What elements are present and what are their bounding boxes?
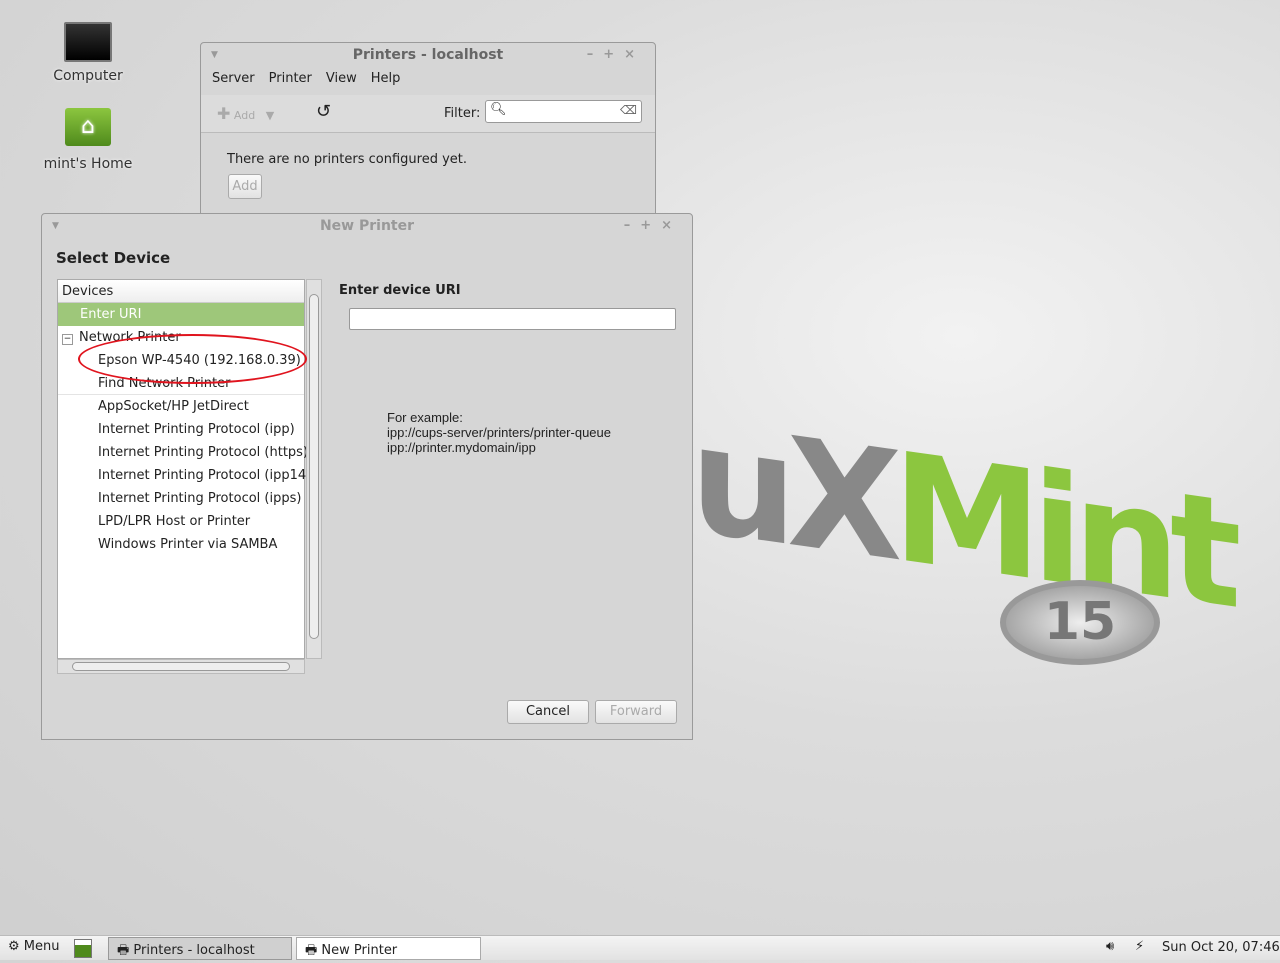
window-title: New Printer — [319, 218, 415, 234]
desktop-icon-label: Computer — [53, 68, 123, 84]
task-printers[interactable]: 🖶 Printers - localhost — [108, 937, 292, 960]
menu-printer[interactable]: Printer — [269, 71, 312, 86]
device-item[interactable]: Windows Printer via SAMBA — [58, 533, 304, 556]
taskbar: ⚙ Menu 🖶 Printers - localhost 🖶 New Prin… — [0, 935, 1280, 960]
toolbar: ✚ Add ▼ ↺ Filter: 🔍︎ ⌫ — [201, 95, 655, 133]
menu-server[interactable]: Server — [212, 71, 255, 86]
network-icon[interactable]: ⚡ — [1135, 939, 1144, 954]
column-header[interactable]: Devices — [58, 280, 304, 303]
device-item[interactable]: AppSocket/HP JetDirect — [58, 395, 304, 418]
example-title: For example: — [387, 410, 463, 425]
menu-button[interactable]: ⚙ Menu — [8, 939, 60, 954]
version-badge: 15 — [1000, 580, 1160, 665]
desktop-icon-computer[interactable]: Computer — [38, 22, 138, 84]
show-desktop-icon[interactable] — [74, 939, 92, 958]
example-uri: ipp://cups-server/printers/printer-queue — [387, 425, 611, 440]
vertical-scrollbar[interactable] — [306, 279, 322, 659]
add-button[interactable]: ✚ Add ▼ — [217, 104, 274, 123]
forward-button[interactable]: Forward — [595, 700, 677, 724]
desktop-icon-label: mint's Home — [43, 156, 133, 172]
uri-label: Enter device URI — [339, 283, 461, 298]
empty-message: There are no printers configured yet. — [227, 152, 468, 167]
menu-help[interactable]: Help — [371, 71, 401, 86]
device-item-enter-uri[interactable]: Enter URI — [58, 303, 304, 326]
printers-window: ▼ Printers - localhost –+× Server Printer Vi… — [200, 42, 656, 232]
clear-icon[interactable]: ⌫ — [620, 103, 637, 117]
add-printer-button[interactable]: Add — [228, 174, 262, 199]
monitor-icon — [64, 22, 112, 62]
search-icon: 🔍︎ — [490, 102, 507, 117]
annotation-ellipse — [78, 334, 307, 384]
cancel-button[interactable]: Cancel — [507, 700, 589, 724]
home-folder-icon: ⌂ — [65, 108, 111, 146]
uri-examples: For example: ipp://cups-server/printers/… — [387, 410, 611, 455]
example-uri: ipp://printer.mydomain/ipp — [387, 440, 536, 455]
clock[interactable]: Sun Oct 20, 07:46 — [1162, 940, 1280, 955]
window-menu-icon[interactable]: ▼ — [211, 43, 218, 67]
window-title: Printers - localhost — [352, 47, 504, 63]
device-item[interactable]: Internet Printing Protocol (ipps) — [58, 487, 304, 510]
device-item[interactable]: Internet Printing Protocol (ipp) — [58, 418, 304, 441]
menu-view[interactable]: View — [326, 71, 357, 86]
desktop-icon-home[interactable]: ⌂ mint's Home — [38, 108, 138, 172]
device-item[interactable]: Internet Printing Protocol (https) — [58, 441, 308, 464]
new-printer-dialog: ▼ New Printer –+× Select Device Devices En… — [41, 213, 693, 740]
window-controls[interactable]: –+× — [587, 43, 645, 67]
refresh-icon[interactable]: ↺ — [316, 101, 331, 122]
collapse-icon[interactable]: − — [62, 334, 73, 345]
gear-icon: ⚙ — [8, 939, 20, 954]
printer-icon: 🖶 — [305, 943, 318, 958]
task-new-printer[interactable]: 🖶 New Printer — [296, 937, 481, 960]
menubar: Server Printer View Help — [201, 67, 655, 90]
window-controls[interactable]: –+× — [624, 214, 682, 238]
device-item[interactable]: LPD/LPR Host or Printer — [58, 510, 304, 533]
horizontal-scrollbar[interactable] — [57, 659, 305, 674]
filter-label: Filter: — [444, 106, 481, 121]
device-item[interactable]: Internet Printing Protocol (ipp14) — [58, 464, 311, 487]
printer-icon: 🖶 — [117, 943, 130, 958]
filter-input[interactable]: 🔍︎ ⌫ — [485, 100, 642, 123]
volume-icon[interactable]: 🔊︎ — [1106, 939, 1114, 954]
window-menu-icon[interactable]: ▼ — [52, 214, 59, 238]
plus-icon: ✚ — [217, 104, 231, 123]
device-uri-input[interactable] — [349, 308, 676, 330]
page-heading: Select Device — [56, 249, 171, 267]
